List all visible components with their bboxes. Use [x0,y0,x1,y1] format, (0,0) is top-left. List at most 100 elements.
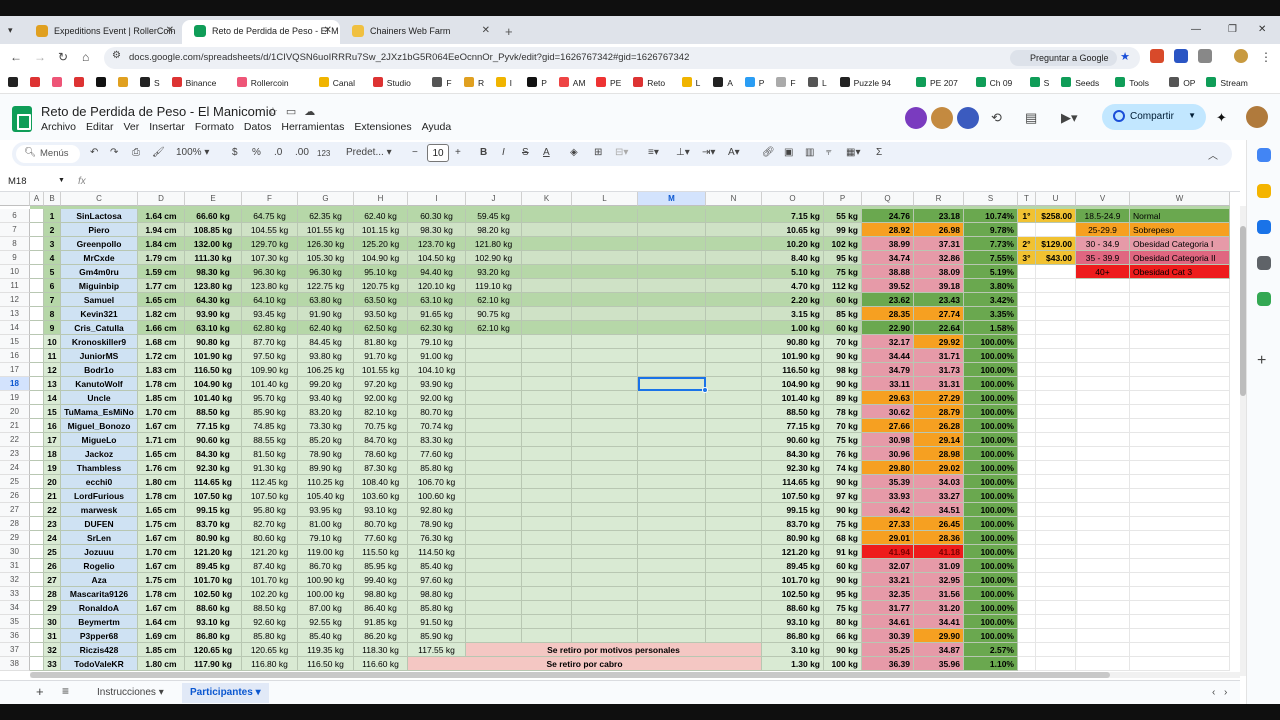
cell-a[interactable] [30,405,44,419]
weekly-weight[interactable]: 85.95 kg [354,559,408,573]
row-header[interactable]: 18 [0,377,30,391]
bmi-legend-label[interactable]: Obesidad Categoria I [1130,237,1230,251]
empty-cell[interactable] [1130,615,1230,629]
initial-weight[interactable]: 84.30 kg [185,447,242,461]
empty-cell[interactable] [522,587,572,601]
empty-cell[interactable] [1130,517,1230,531]
participant-number[interactable]: 19 [44,461,61,475]
row-header[interactable]: 8 [0,237,30,251]
empty-cell[interactable] [1036,321,1076,335]
current-bmi[interactable]: 29.02 [914,461,964,475]
weekly-weight[interactable]: 92.55 kg [298,615,354,629]
participant-number[interactable]: 13 [44,377,61,391]
participant-number[interactable]: 10 [44,335,61,349]
weekly-weight[interactable]: 78.90 kg [408,517,466,531]
empty-cell[interactable] [638,517,706,531]
participant-number[interactable]: 1 [44,209,61,223]
empty-cell[interactable] [706,307,762,321]
history-icon[interactable]: ⟲ [991,110,1002,126]
row-header[interactable]: 38 [0,657,30,671]
cell-a[interactable] [30,461,44,475]
bmi-legend-label[interactable]: Sobrepeso [1130,223,1230,237]
initial-bmi[interactable]: 36.39 [862,657,914,671]
participant-name[interactable]: RonaldoA [61,601,138,615]
empty-cell[interactable] [1130,377,1230,391]
column-header-p[interactable]: P [824,192,862,206]
initial-bmi[interactable]: 34.44 [862,349,914,363]
weekly-weight[interactable]: 99.40 kg [354,573,408,587]
cell-a[interactable] [30,503,44,517]
bookmark-item[interactable]: L [681,77,700,88]
goal-weight[interactable]: 78 kg [824,405,862,419]
text-rotation-icon[interactable]: A▾ [728,147,740,158]
current-bmi[interactable]: 26.45 [914,517,964,531]
bookmark-icon[interactable] [30,77,44,88]
weight-lost[interactable]: 86.80 kg [762,629,824,643]
percent-lost[interactable]: 100.00% [964,573,1018,587]
initial-weight[interactable]: 88.50 kg [185,405,242,419]
empty-cell[interactable] [522,489,572,503]
empty-cell[interactable] [1018,503,1036,517]
empty-cell[interactable] [1130,657,1230,671]
row-header[interactable]: 11 [0,279,30,293]
weekly-weight[interactable]: 123.70 kg [408,237,466,251]
goal-weight[interactable]: 70 kg [824,335,862,349]
empty-cell[interactable] [522,475,572,489]
current-bmi[interactable]: 29.14 [914,433,964,447]
current-bmi[interactable]: 39.18 [914,279,964,293]
empty-cell[interactable] [706,377,762,391]
percent-lost[interactable]: 100.00% [964,517,1018,531]
empty-cell[interactable] [572,265,638,279]
empty-cell[interactable] [638,629,706,643]
cell-a[interactable] [30,363,44,377]
weekly-weight[interactable]: 85.40 kg [298,629,354,643]
bookmark-item[interactable]: OP [1169,77,1195,88]
empty-cell[interactable] [1076,391,1130,405]
weekly-weight[interactable]: 93.50 kg [354,307,408,321]
empty-cell[interactable] [1130,419,1230,433]
weekly-weight[interactable]: 81.00 kg [298,517,354,531]
weekly-weight[interactable]: 126.30 kg [298,237,354,251]
new-tab-icon[interactable]: + [505,24,513,39]
empty-cell[interactable] [1018,643,1036,657]
browser-menu-icon[interactable]: ⋮ [1260,50,1272,64]
goal-weight[interactable]: 75 kg [824,517,862,531]
initial-bmi[interactable]: 32.35 [862,587,914,601]
weight-lost[interactable]: 116.50 kg [762,363,824,377]
weekly-weight[interactable]: 80.70 kg [408,405,466,419]
goal-weight[interactable]: 90 kg [824,573,862,587]
current-bmi[interactable]: 31.09 [914,559,964,573]
weekly-weight[interactable]: 91.90 kg [298,307,354,321]
column-header-m[interactable]: M [638,192,706,206]
empty-cell[interactable] [1036,643,1076,657]
row-header[interactable]: 29 [0,531,30,545]
empty-cell[interactable] [1076,293,1130,307]
participant-number[interactable]: 25 [44,545,61,559]
weight-lost[interactable]: 10.65 kg [762,223,824,237]
row-header[interactable]: 10 [0,265,30,279]
goal-weight[interactable]: 75 kg [824,433,862,447]
bookmark-item[interactable]: S [140,77,160,88]
participant-height[interactable]: 1.75 cm [138,517,185,531]
empty-cell[interactable] [572,209,638,223]
bookmark-item[interactable]: L [808,77,827,88]
menu-ayuda[interactable]: Ayuda [422,121,452,133]
row-header[interactable]: 9 [0,251,30,265]
cell-a[interactable] [30,321,44,335]
empty-cell[interactable] [522,405,572,419]
goal-weight[interactable]: 68 kg [824,531,862,545]
participant-name[interactable]: Miguinbip [61,279,138,293]
omnibox[interactable]: ⚙ docs.google.com/spreadsheets/d/1CIVQSN… [104,47,1140,69]
empty-cell[interactable] [572,237,638,251]
empty-cell[interactable] [1036,573,1076,587]
initial-weight[interactable]: 107.50 kg [185,489,242,503]
initial-bmi[interactable]: 22.90 [862,321,914,335]
weekly-weight[interactable]: 88.50 kg [242,601,298,615]
initial-weight[interactable]: 88.60 kg [185,601,242,615]
empty-cell[interactable] [706,517,762,531]
percent-lost[interactable]: 2.57% [964,643,1018,657]
row-header[interactable]: 6 [0,209,30,223]
percent-lost[interactable]: 100.00% [964,405,1018,419]
filter-icon[interactable]: ⫧ [826,147,832,158]
cell-a[interactable] [30,475,44,489]
